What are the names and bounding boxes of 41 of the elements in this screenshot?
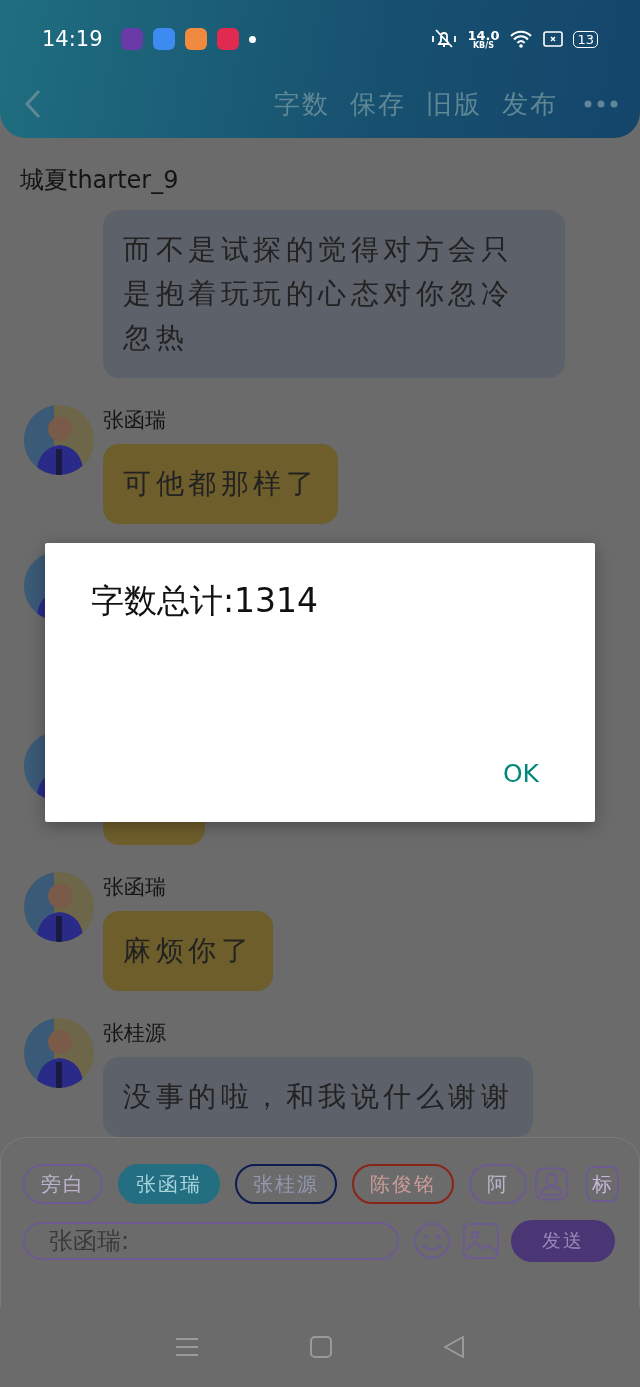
sender-name: 张函瑞 (103, 874, 166, 901)
header-action[interactable]: 字数 (274, 86, 330, 122)
muted-bell-icon (431, 28, 458, 50)
notification-dot (248, 35, 256, 43)
network-speed: 14.0 (467, 28, 500, 42)
chat-title: 城夏tharter_9 (19, 165, 180, 196)
message-bubble: 麻烦你了 (103, 911, 273, 991)
app-icon (120, 28, 143, 50)
battery-level: 13 (573, 30, 598, 48)
header-action[interactable]: 保存 (350, 86, 406, 122)
image-icon[interactable] (463, 1223, 499, 1259)
menu-icon[interactable] (175, 1337, 200, 1357)
speed-unit: KB/S (472, 41, 494, 50)
back-icon[interactable] (442, 1335, 465, 1359)
game-icon (184, 28, 207, 50)
ok-button[interactable]: OK (492, 759, 549, 788)
more-icon[interactable] (584, 100, 618, 108)
back-icon[interactable] (24, 89, 42, 119)
message-bubble: 没事的啦，和我说什么谢谢 (103, 1057, 533, 1137)
message-bubble: 而不是试探的觉得对方会只是抱着玩玩的心态对你忽冷忽热 (103, 210, 565, 378)
dialog-message: 字数总计:1314 (91, 580, 320, 622)
home-icon[interactable] (310, 1336, 332, 1358)
role-chip[interactable]: 阿 (469, 1164, 527, 1204)
role-chip[interactable]: 张桂源 (235, 1164, 337, 1204)
role-chip[interactable]: 张函瑞 (118, 1164, 220, 1204)
app-icon (152, 28, 175, 50)
play-icon (216, 28, 239, 50)
send-button[interactable]: 发送 (511, 1220, 615, 1262)
sender-name: 张函瑞 (103, 407, 166, 434)
person-icon[interactable] (535, 1166, 568, 1202)
wifi-icon (509, 29, 534, 49)
role-chip[interactable]: 旁白 (23, 1164, 103, 1204)
header-action[interactable]: 旧版 (426, 86, 482, 122)
sim-icon (543, 31, 564, 47)
header-action[interactable]: 发布 (502, 86, 558, 122)
mark-button[interactable]: 标 (585, 1166, 619, 1202)
role-chip[interactable]: 陈俊铭 (352, 1164, 454, 1204)
status-time: 14:19 (42, 27, 103, 51)
smiley-icon[interactable] (413, 1222, 451, 1260)
sender-name: 张桂源 (103, 1020, 166, 1047)
message-bubble: 可他都那样了 (103, 444, 338, 524)
